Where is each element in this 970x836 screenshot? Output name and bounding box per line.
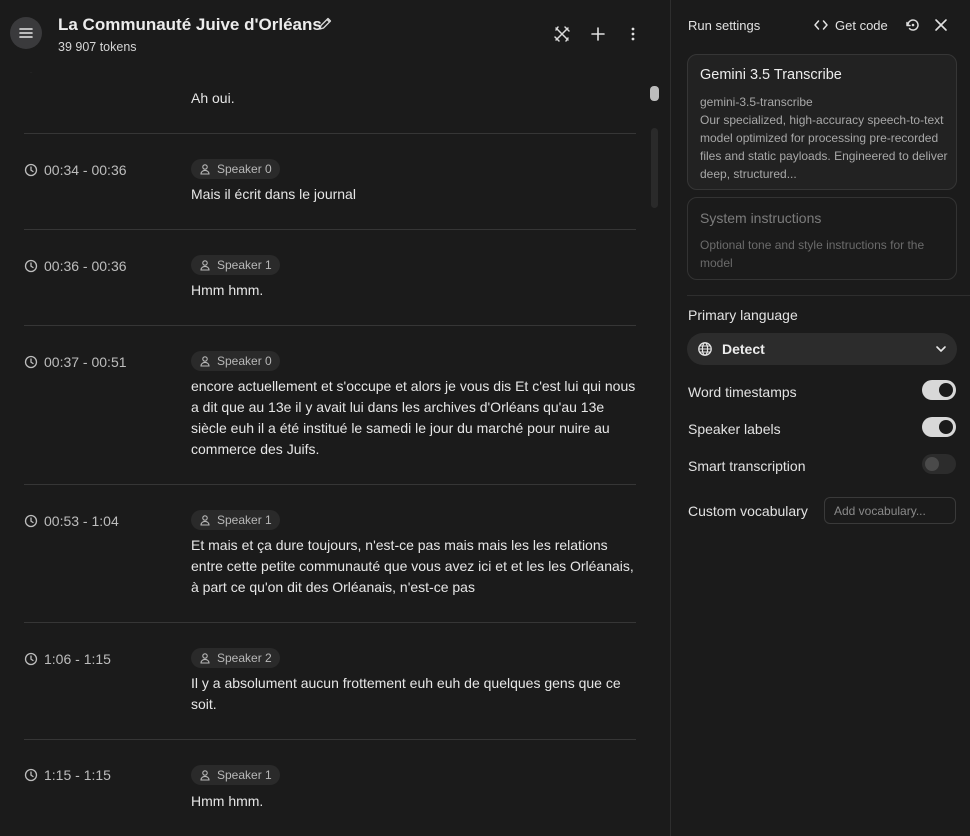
segment-time-label: 00:53 - 1:04 <box>44 513 119 529</box>
transcript-segment: 00:34 - 00:36 Speaker 0 Mais il écrit da… <box>24 134 636 230</box>
segment-time-label: 00:34 - 00:36 <box>44 162 127 178</box>
speaker-label: Speaker 1 <box>217 513 272 527</box>
clock-icon <box>29 72 33 73</box>
get-code-label: Get code <box>835 17 888 33</box>
get-code-button[interactable]: Get code <box>813 17 888 33</box>
transcript-segment: 00:53 - 1:04 Speaker 1 Et mais et ça dur… <box>24 485 636 623</box>
more-vert-icon <box>631 27 635 41</box>
model-selector-card[interactable]: Gemini 3.5 Transcribe gemini-3.5-transcr… <box>687 54 957 190</box>
segment-text: encore actuellement et s'occupe et alors… <box>191 378 636 457</box>
clock-icon <box>24 163 38 177</box>
segment-time-label: 00:36 - 00:36 <box>44 258 127 274</box>
speaker-chip[interactable]: Speaker 0 <box>191 351 280 371</box>
person-icon <box>200 653 210 664</box>
segment-text: Mais il écrit dans le journal <box>191 186 356 202</box>
speaker-chip[interactable]: Speaker 1 <box>191 255 280 275</box>
chevron-down-icon <box>936 346 946 352</box>
clock-icon <box>24 768 38 782</box>
segment-text: Hmm hmm. <box>191 282 264 298</box>
code-icon <box>814 20 828 30</box>
segment-text: Il y a absolument aucun frottement euh e… <box>191 675 621 712</box>
segment-text: Ah oui. <box>191 90 235 106</box>
system-instructions-placeholder: Optional tone and style instructions for… <box>700 238 925 270</box>
word-timestamps-label: Word timestamps <box>688 384 797 400</box>
segment-text: Hmm hmm. <box>191 793 264 809</box>
clock-icon <box>24 355 38 369</box>
speaker-label: Speaker 0 <box>217 354 272 368</box>
person-icon <box>200 260 210 271</box>
segment-time-label: 00:37 - 00:51 <box>44 354 127 370</box>
speaker-chip[interactable]: Speaker 1 <box>191 510 280 530</box>
clock-icon <box>24 514 38 528</box>
segment-time-label: 1:06 - 1:15 <box>44 651 111 667</box>
word-timestamps-toggle[interactable] <box>922 380 956 400</box>
smart-transcription-toggle[interactable] <box>922 454 956 474</box>
token-count: 39 907 tokens <box>58 40 137 54</box>
transcript-segment: 1:15 - 1:15 Speaker 1 Hmm hmm. <box>24 740 636 836</box>
app-root: La Communauté Juive d'Orléans 39 907 tok… <box>0 0 970 836</box>
segment-text: Et mais et ça dure toujours, n'est-ce pa… <box>191 537 634 595</box>
system-instructions-title: System instructions <box>700 210 822 226</box>
run-settings-panel: Run settings Get code Gemini 3.5 Transcr… <box>670 0 970 836</box>
person-icon <box>200 515 210 526</box>
scrollbar-thumb[interactable] <box>650 86 659 101</box>
model-id: gemini-3.5-transcribe <box>700 95 813 109</box>
compare-tools-button[interactable] <box>552 24 572 44</box>
segment-time: 1:15 - 1:15 <box>24 767 111 783</box>
toggle-knob <box>939 383 953 397</box>
page-title: La Communauté Juive d'Orléans <box>58 15 322 34</box>
reset-icon <box>906 19 919 31</box>
menu-icon <box>19 28 33 38</box>
clock-icon <box>24 652 38 666</box>
primary-language-select[interactable]: Detect <box>687 333 957 365</box>
segment-time: 00:53 - 1:04 <box>24 513 119 529</box>
primary-language-label: Primary language <box>688 307 798 323</box>
speaker-labels-toggle[interactable] <box>922 417 956 437</box>
close-icon <box>935 19 947 31</box>
segment-time: 00:34 - 00:36 <box>24 162 127 178</box>
model-description: Our specialized, high-accuracy speech-to… <box>700 113 948 181</box>
transcript-segment: 00:36 - 00:36 Speaker 1 Hmm hmm. <box>24 230 636 326</box>
reset-settings-button[interactable] <box>904 16 922 34</box>
globe-icon <box>698 342 712 356</box>
new-button[interactable] <box>588 24 608 44</box>
person-icon <box>200 770 210 781</box>
person-icon <box>200 164 210 175</box>
clock-icon <box>24 259 38 273</box>
segment-time: 00:37 - 00:51 <box>24 354 127 370</box>
segment-time-label: 1:15 - 1:15 <box>44 767 111 783</box>
segment-time <box>24 72 38 73</box>
speaker-label: Speaker 2 <box>217 651 272 665</box>
speaker-chip[interactable]: Speaker 0 <box>191 159 280 179</box>
menu-button[interactable] <box>10 17 42 49</box>
transcript-segment: 1:06 - 1:15 Speaker 2 Il y a absolument … <box>24 623 636 740</box>
toggle-knob <box>939 420 953 434</box>
speaker-label: Speaker 1 <box>217 768 272 782</box>
speaker-labels-label: Speaker labels <box>688 421 781 437</box>
speaker-label: Speaker 1 <box>217 258 272 272</box>
segment-time: 1:06 - 1:15 <box>24 651 111 667</box>
custom-vocabulary-input[interactable] <box>824 497 956 524</box>
speaker-label: Speaker 0 <box>217 162 272 176</box>
model-name: Gemini 3.5 Transcribe <box>700 67 842 83</box>
edit-title-icon[interactable] <box>317 16 333 32</box>
custom-vocabulary-label: Custom vocabulary <box>688 503 808 519</box>
transcript-segment <box>24 72 636 134</box>
plus-icon <box>591 27 605 41</box>
toggle-knob <box>925 457 939 471</box>
primary-language-value: Detect <box>722 341 765 357</box>
segment-time: 00:36 - 00:36 <box>24 258 127 274</box>
tools-icon <box>554 26 570 42</box>
scrollbar-track[interactable] <box>651 128 658 208</box>
run-settings-title: Run settings <box>688 18 761 33</box>
more-options-button[interactable] <box>623 24 643 44</box>
close-panel-button[interactable] <box>932 16 950 34</box>
divider <box>687 295 970 296</box>
person-icon <box>200 356 210 367</box>
transcript-segment: 00:37 - 00:51 Speaker 0 encore actuellem… <box>24 326 636 485</box>
system-instructions-field[interactable]: System instructions Optional tone and st… <box>687 197 957 280</box>
speaker-chip[interactable]: Speaker 2 <box>191 648 280 668</box>
speaker-chip[interactable]: Speaker 1 <box>191 765 280 785</box>
smart-transcription-label: Smart transcription <box>688 458 806 474</box>
